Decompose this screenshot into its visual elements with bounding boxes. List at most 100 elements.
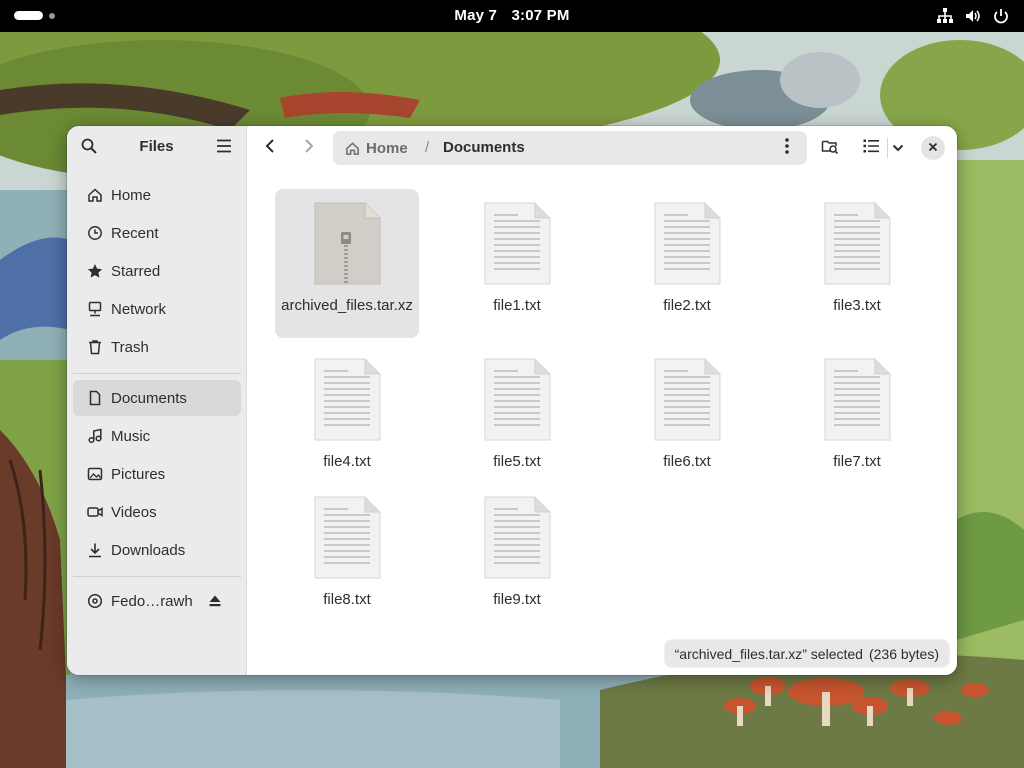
- breadcrumb-separator: /: [425, 139, 430, 156]
- text-file-icon: [824, 358, 891, 441]
- sidebar-item-network[interactable]: Network: [73, 291, 241, 327]
- sidebar-item-label: Trash: [111, 338, 149, 356]
- sidebar-item-videos[interactable]: Videos: [73, 494, 241, 530]
- sidebar-item-music[interactable]: Music: [73, 418, 241, 454]
- file-item[interactable]: file3.txt: [785, 189, 929, 338]
- file-name: file4.txt: [323, 453, 371, 470]
- back-button[interactable]: [254, 132, 286, 164]
- sidebar-item-pictures[interactable]: Pictures: [73, 456, 241, 492]
- file-name: file5.txt: [493, 453, 541, 470]
- file-item[interactable]: file7.txt: [785, 345, 929, 475]
- close-icon: [928, 139, 938, 157]
- sidebar-item-label: Videos: [111, 503, 157, 521]
- download-icon: [87, 542, 103, 558]
- volume-icon: [964, 7, 982, 25]
- list-view-icon: [863, 139, 879, 158]
- main-menu-button[interactable]: [208, 132, 240, 164]
- document-icon: [87, 390, 103, 406]
- disc-icon: [87, 593, 103, 609]
- sidebar-item-home[interactable]: Home: [73, 177, 241, 213]
- sidebar-item-fedora-rawhide[interactable]: Fedo…rawh: [73, 583, 241, 619]
- breadcrumb-home[interactable]: Home: [345, 131, 408, 165]
- network-icon: [87, 301, 103, 317]
- sidebar-separator: [73, 373, 241, 374]
- sidebar-item-recent[interactable]: Recent: [73, 215, 241, 251]
- text-file-icon: [314, 358, 381, 441]
- text-file-icon: [484, 358, 551, 441]
- home-icon: [87, 187, 103, 203]
- sidebar-item-label: Network: [111, 300, 167, 318]
- file-name: file8.txt: [323, 591, 371, 608]
- forward-button[interactable]: [293, 132, 325, 164]
- star-icon: [87, 263, 103, 279]
- sidebar-item-label: Pictures: [111, 465, 166, 483]
- clock[interactable]: May 7 3:07 PM: [0, 0, 1024, 32]
- chevron-down-icon: [892, 139, 904, 157]
- file-name: file9.txt: [493, 591, 541, 608]
- power-icon: [992, 7, 1010, 25]
- file-item[interactable]: file1.txt: [445, 189, 589, 338]
- file-item[interactable]: file9.txt: [445, 483, 589, 613]
- file-item[interactable]: file6.txt: [615, 345, 759, 475]
- sidebar-item-label: Documents: [111, 389, 187, 407]
- text-file-icon: [314, 496, 381, 579]
- breadcrumb-current[interactable]: Documents: [443, 131, 525, 165]
- file-name: file6.txt: [663, 453, 711, 470]
- home-icon: [345, 141, 360, 156]
- file-name: file2.txt: [663, 297, 711, 314]
- eject-icon[interactable]: [207, 593, 223, 609]
- breadcrumb-home-label: Home: [366, 139, 408, 157]
- top-bar: May 7 3:07 PM: [0, 0, 1024, 32]
- text-file-icon: [484, 202, 551, 285]
- file-item[interactable]: file4.txt: [275, 345, 419, 475]
- file-name: archived_files.tar.xz: [281, 297, 413, 314]
- system-menu[interactable]: [936, 7, 1010, 25]
- files-window: Files Home Recent Starred Network Trash …: [67, 126, 957, 675]
- chevron-right-icon: [303, 138, 315, 159]
- text-file-icon: [654, 202, 721, 285]
- file-item[interactable]: archived_files.tar.xz: [275, 189, 419, 338]
- file-item[interactable]: file8.txt: [275, 483, 419, 613]
- network-icon: [936, 7, 954, 25]
- sidebar-separator: [73, 576, 241, 577]
- kebab-menu-icon: [785, 137, 789, 159]
- selection-status: “archived_files.tar.xz” selected (236 by…: [664, 640, 949, 667]
- music-icon: [87, 428, 103, 444]
- sidebar-header: Files: [67, 126, 246, 170]
- view-options-button[interactable]: [883, 132, 913, 164]
- sidebar-item-downloads[interactable]: Downloads: [73, 532, 241, 568]
- content-area: Home / Documents archived_files.tar.xz f…: [247, 126, 957, 675]
- path-bar: Home / Documents: [333, 131, 807, 165]
- sidebar-item-label: Recent: [111, 224, 159, 242]
- clock-icon: [87, 225, 103, 241]
- sidebar-item-documents[interactable]: Documents: [73, 380, 241, 416]
- chevron-left-icon: [264, 138, 276, 159]
- trash-icon: [87, 339, 103, 355]
- file-item[interactable]: file2.txt: [615, 189, 759, 338]
- sidebar-item-starred[interactable]: Starred: [73, 253, 241, 289]
- clock-time: 3:07 PM: [511, 7, 570, 24]
- status-size-text: (236 bytes): [868, 645, 939, 662]
- clock-date: May 7: [454, 7, 498, 24]
- sidebar-item-trash[interactable]: Trash: [73, 329, 241, 365]
- sidebar-item-label: Music: [111, 427, 151, 445]
- close-button[interactable]: [921, 136, 945, 160]
- text-file-icon: [484, 496, 551, 579]
- sidebar-item-label: Starred: [111, 262, 161, 280]
- sidebar: Files Home Recent Starred Network Trash …: [67, 126, 247, 675]
- hamburger-icon: [216, 139, 232, 158]
- text-file-icon: [654, 358, 721, 441]
- file-item[interactable]: file5.txt: [445, 345, 589, 475]
- sidebar-item-label: Downloads: [111, 541, 186, 559]
- folder-menu-button[interactable]: [771, 132, 803, 164]
- video-icon: [87, 504, 103, 520]
- text-file-icon: [824, 202, 891, 285]
- folder-search-icon: [821, 138, 839, 159]
- header-bar: Home / Documents: [247, 126, 957, 170]
- status-selection-text: “archived_files.tar.xz” selected: [674, 645, 863, 662]
- archive-file-icon: [314, 202, 381, 285]
- sidebar-item-label: Fedo…rawh: [111, 592, 193, 610]
- file-name: file1.txt: [493, 297, 541, 314]
- search-folder-button[interactable]: [814, 132, 846, 164]
- file-name: file7.txt: [833, 453, 881, 470]
